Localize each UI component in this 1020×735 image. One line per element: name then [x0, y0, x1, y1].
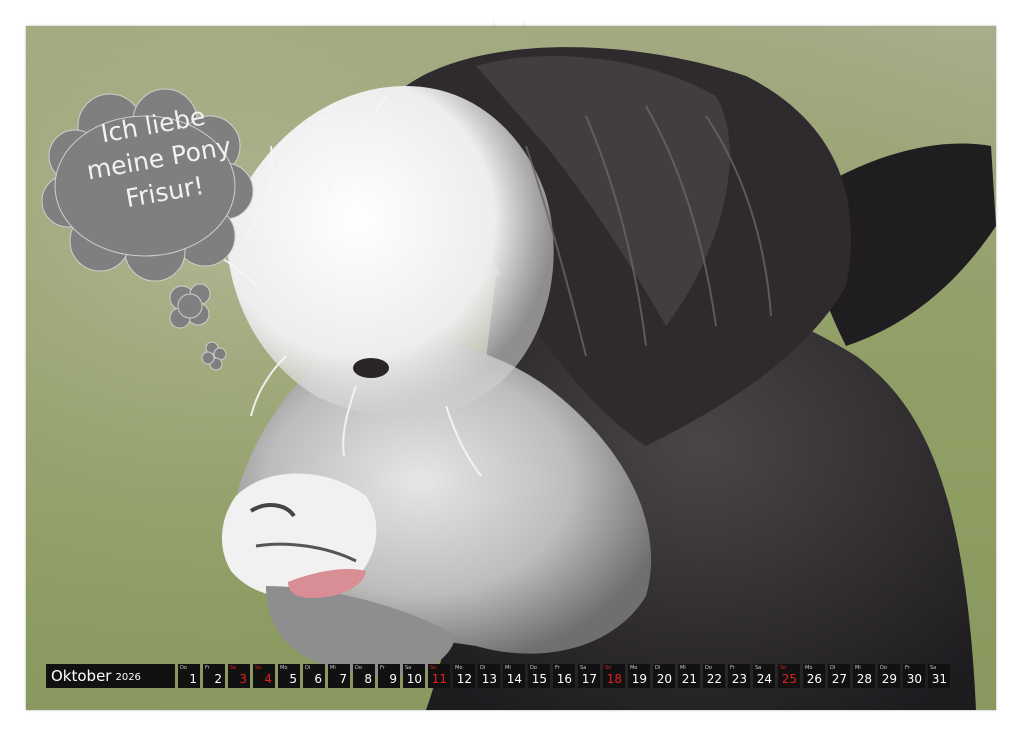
day-weekday: Di [480, 665, 486, 671]
calendar-day: Mo 19 [628, 664, 650, 688]
calendar-day: Mi 21 [678, 664, 700, 688]
calendar-day: Di 27 [828, 664, 850, 688]
day-weekday: Mi [505, 665, 511, 671]
calendar-day: Do 29 [878, 664, 900, 688]
day-weekday: Mi [855, 665, 861, 671]
day-number: 28 [856, 672, 872, 686]
day-weekday: Di [830, 665, 836, 671]
calendar-day: So 4 [253, 664, 275, 688]
day-number: 31 [931, 672, 947, 686]
calendar-day: Do 22 [703, 664, 725, 688]
calendar-day: Do 1 [178, 664, 200, 688]
day-number: 6 [314, 672, 322, 686]
day-number: 18 [606, 672, 622, 686]
day-weekday: Do [180, 665, 187, 671]
calendar-day: Do 15 [528, 664, 550, 688]
calendar-day: Sa 31 [928, 664, 950, 688]
day-weekday: Fr [205, 665, 210, 671]
day-weekday: So [605, 665, 612, 671]
calendar-day: Fr 30 [903, 664, 925, 688]
day-number: 13 [481, 672, 497, 686]
day-number: 19 [631, 672, 647, 686]
day-number: 2 [214, 672, 222, 686]
day-weekday: Fr [380, 665, 385, 671]
day-weekday: Sa [755, 665, 762, 671]
day-number: 20 [656, 672, 672, 686]
day-number: 30 [906, 672, 922, 686]
calendar-photo: Ich liebe meine Pony Frisur! [26, 26, 996, 710]
day-number: 15 [531, 672, 547, 686]
day-number: 4 [264, 672, 272, 686]
month-label: Oktober 2026 [46, 664, 175, 688]
calendar-day: Mi 28 [853, 664, 875, 688]
calendar-day: So 11 [428, 664, 450, 688]
month-year: 2026 [115, 672, 141, 683]
day-weekday: Sa [580, 665, 587, 671]
day-number: 9 [389, 672, 397, 686]
day-weekday: Sa [230, 665, 237, 671]
day-weekday: Di [305, 665, 311, 671]
day-number: 8 [364, 672, 372, 686]
day-number: 23 [731, 672, 747, 686]
day-number: 24 [756, 672, 772, 686]
day-weekday: So [255, 665, 262, 671]
day-number: 16 [556, 672, 572, 686]
day-weekday: Sa [405, 665, 412, 671]
day-weekday: Mo [280, 665, 288, 671]
calendar-day: Fr 23 [728, 664, 750, 688]
day-number: 10 [406, 672, 422, 686]
day-weekday: Do [705, 665, 712, 671]
day-weekday: Do [880, 665, 887, 671]
calendar-day: Mo 26 [803, 664, 825, 688]
day-number: 5 [289, 672, 297, 686]
day-weekday: Fr [905, 665, 910, 671]
day-number: 14 [506, 672, 522, 686]
calendar-day: Fr 16 [553, 664, 575, 688]
day-number: 1 [189, 672, 197, 686]
calendar-day: Mi 7 [328, 664, 350, 688]
calendar-day: Sa 3 [228, 664, 250, 688]
calendar-day: Di 13 [478, 664, 500, 688]
day-number: 21 [681, 672, 697, 686]
calendar-strip: Oktober 2026 Do 1 Fr 2 Sa 3 So 4 Mo 5 Di 6 Mi 7 Do 8 Fr 9… [46, 664, 950, 688]
day-number: 11 [431, 672, 447, 686]
calendar-day: Di 6 [303, 664, 325, 688]
calendar-day: Mi 14 [503, 664, 525, 688]
calendar-day: Fr 9 [378, 664, 400, 688]
day-weekday: Fr [730, 665, 735, 671]
day-number: 29 [881, 672, 897, 686]
day-number: 22 [706, 672, 722, 686]
day-weekday: Di [655, 665, 661, 671]
day-number: 27 [831, 672, 847, 686]
day-weekday: Mi [680, 665, 686, 671]
calendar-day: So 25 [778, 664, 800, 688]
calendar-day: Mo 5 [278, 664, 300, 688]
day-weekday: Sa [930, 665, 937, 671]
day-weekday: Do [530, 665, 537, 671]
calendar-day: Mo 12 [453, 664, 475, 688]
day-weekday: So [430, 665, 437, 671]
calendar-day: Sa 10 [403, 664, 425, 688]
day-number: 12 [456, 672, 472, 686]
calendar-day: Sa 24 [753, 664, 775, 688]
day-weekday: Mo [630, 665, 638, 671]
day-number: 17 [581, 672, 597, 686]
day-weekday: So [780, 665, 787, 671]
day-weekday: Mi [330, 665, 336, 671]
calendar-day: Di 20 [653, 664, 675, 688]
day-number: 3 [239, 672, 247, 686]
day-weekday: Mo [455, 665, 463, 671]
calendar-day: Fr 2 [203, 664, 225, 688]
day-weekday: Mo [805, 665, 813, 671]
day-number: 7 [339, 672, 347, 686]
month-name: Oktober [51, 667, 112, 685]
day-weekday: Fr [555, 665, 560, 671]
day-number: 25 [781, 672, 797, 686]
calendar-day: Sa 17 [578, 664, 600, 688]
calendar-day: So 18 [603, 664, 625, 688]
calendar-day: Do 8 [353, 664, 375, 688]
day-number: 26 [806, 672, 822, 686]
day-weekday: Do [355, 665, 362, 671]
